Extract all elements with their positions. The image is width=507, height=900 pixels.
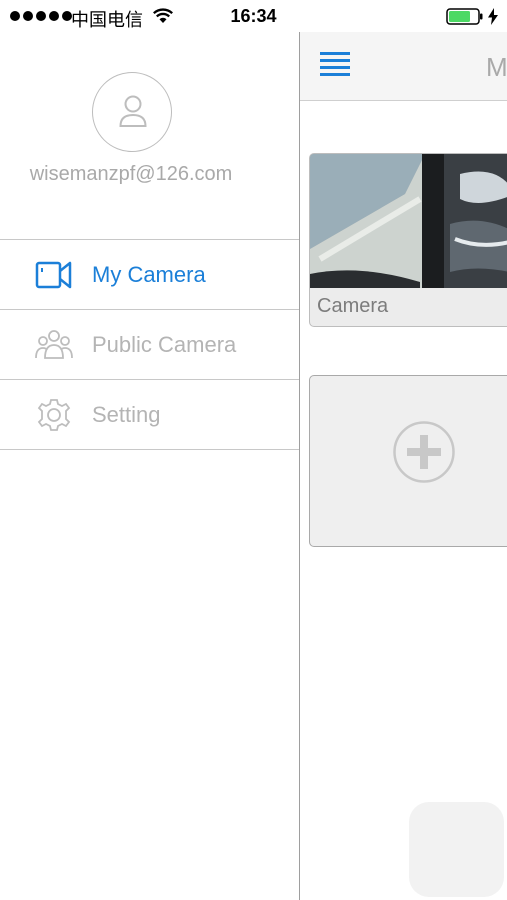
camera-name: Camera (317, 295, 389, 317)
status-bar: 中国电信 16:34 (0, 0, 507, 32)
plus-circle-icon (393, 421, 455, 483)
camera-thumbnail (310, 154, 507, 288)
gear-icon (37, 399, 71, 431)
menu-icon[interactable] (320, 52, 350, 78)
charging-icon (488, 8, 498, 25)
add-camera-button[interactable] (309, 375, 507, 547)
people-icon (35, 330, 73, 359)
battery-icon (446, 8, 483, 25)
user-icon (119, 95, 147, 127)
menu-item-public-camera[interactable]: Public Camera (0, 310, 300, 380)
page-title: M (486, 52, 507, 82)
nav-bar: M (300, 32, 507, 101)
menu-item-label: Public Camera (92, 332, 237, 357)
side-drawer: wisemanzpf@126.com My Camera Public Came… (0, 32, 300, 900)
main-panel: M Camera (299, 32, 507, 900)
assistive-touch-button[interactable] (409, 802, 504, 897)
clock: 16:34 (230, 6, 277, 26)
menu-item-setting[interactable]: Setting (0, 380, 300, 450)
user-email: wisemanzpf@126.com (29, 163, 233, 185)
camera-card[interactable]: Camera (309, 153, 507, 327)
menu-item-my-camera[interactable]: My Camera (0, 239, 300, 310)
menu-item-label: My Camera (92, 262, 206, 287)
drawer-menu: My Camera Public Camera Setting (0, 239, 300, 450)
avatar[interactable] (92, 72, 172, 152)
video-camera-icon (35, 261, 72, 289)
menu-item-label: Setting (92, 402, 161, 427)
